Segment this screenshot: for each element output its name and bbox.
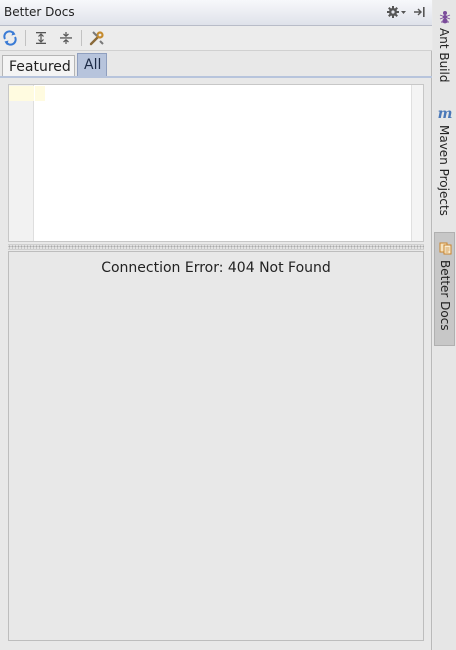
editor-gutter (9, 85, 34, 241)
collapse-all-icon[interactable] (56, 29, 76, 47)
side-tab-ant-build[interactable]: Ant Build (434, 6, 455, 88)
maven-m-icon: m (437, 106, 453, 122)
current-line-highlight (9, 86, 34, 101)
expand-all-icon[interactable] (31, 29, 51, 47)
editor-current-line (35, 86, 45, 101)
tab-all-label: All (84, 57, 102, 73)
side-tab-maven-projects-label: Maven Projects (437, 125, 451, 216)
editor-scrollbar[interactable] (411, 85, 423, 241)
ant-icon (437, 10, 453, 24)
tab-featured-label: Featured (9, 59, 71, 75)
connection-error-message: Connection Error: 404 Not Found (101, 260, 331, 276)
hide-panel-icon[interactable] (412, 4, 428, 20)
panel-titlebar: Better Docs (0, 0, 432, 26)
query-editor[interactable] (8, 84, 424, 242)
toolbar-separator (81, 30, 82, 46)
toolbar-separator (25, 30, 26, 46)
panel-title: Better Docs (4, 5, 75, 19)
better-docs-icon (438, 241, 454, 255)
tab-bar: Featured All (0, 51, 432, 77)
gear-dropdown-icon[interactable] (386, 4, 408, 20)
better-docs-panel: Better Docs Featured All Connection Erro… (0, 0, 432, 650)
right-tool-strip: Ant Build m Maven Projects Better Docs (433, 0, 456, 650)
split-handle[interactable] (8, 244, 424, 250)
settings-tools-icon[interactable] (87, 29, 107, 47)
tab-all[interactable]: All (77, 53, 107, 77)
tab-featured[interactable]: Featured (2, 55, 75, 77)
side-tab-better-docs-label: Better Docs (438, 260, 452, 331)
side-tab-better-docs[interactable]: Better Docs (434, 232, 455, 346)
side-tab-maven-projects[interactable]: m Maven Projects (434, 104, 455, 222)
refresh-icon[interactable] (0, 29, 20, 47)
results-pane: Connection Error: 404 Not Found (8, 251, 424, 641)
tab-underline (0, 76, 432, 78)
side-tab-ant-build-label: Ant Build (437, 28, 451, 83)
panel-toolbar (0, 26, 432, 51)
